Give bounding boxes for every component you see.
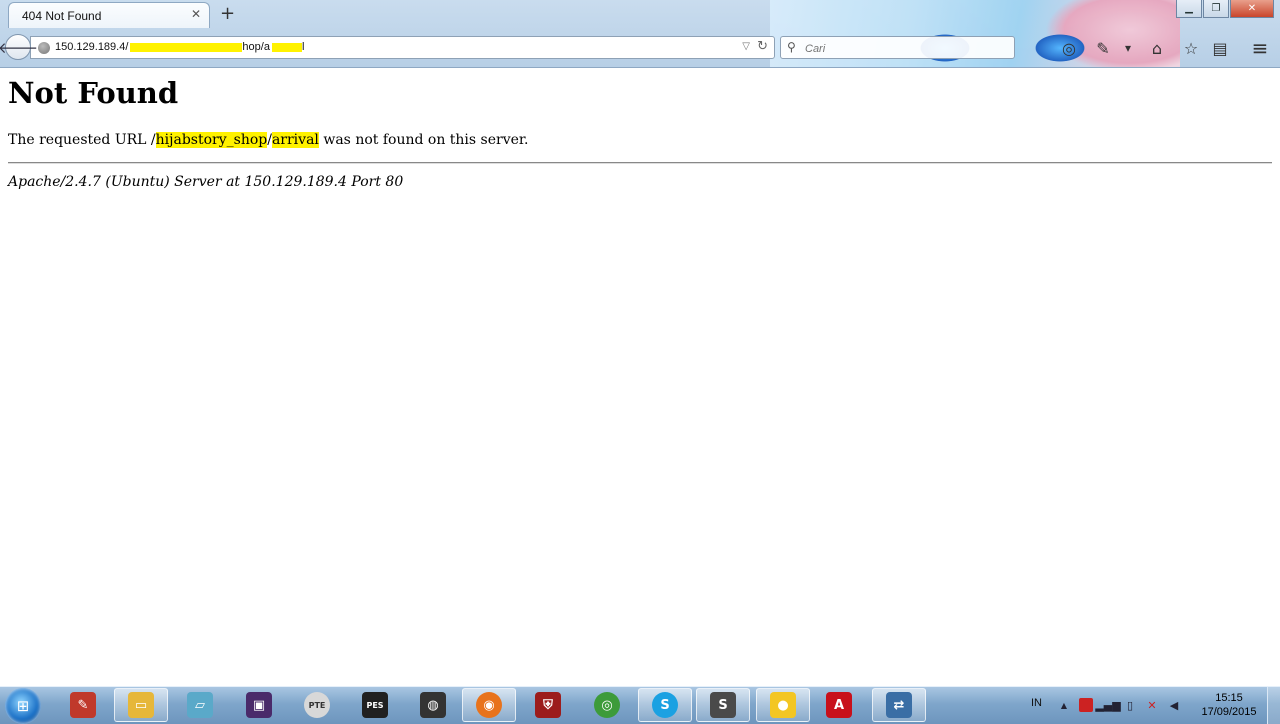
taskbar-app-chrome[interactable]: ◎ bbox=[580, 688, 634, 722]
pte-patch-icon: PTE bbox=[304, 692, 330, 718]
search-icon: ⚲ bbox=[787, 40, 796, 54]
extension-icon[interactable]: ✎ bbox=[1092, 37, 1114, 59]
clock-date: 17/09/2015 bbox=[1201, 706, 1257, 718]
taskbar-app-pte-patch[interactable]: PTE bbox=[290, 688, 344, 722]
close-window-button[interactable]: ✕ bbox=[1230, 0, 1274, 18]
firefox-icon: ◉ bbox=[476, 692, 502, 718]
chat-icon[interactable]: ◎ bbox=[1058, 37, 1080, 59]
redaction-highlight bbox=[130, 42, 243, 52]
skype-icon: S bbox=[652, 692, 678, 718]
sublime-icon: S bbox=[710, 692, 736, 718]
show-desktop-button[interactable] bbox=[1267, 687, 1280, 724]
window-controls: ▁ ❐ ✕ bbox=[1176, 0, 1274, 18]
minimize-button[interactable]: ▁ bbox=[1176, 0, 1202, 18]
redacted-text: hijabstory_shop bbox=[155, 132, 268, 148]
server-signature: Apache/2.4.7 (Ubuntu) Server at 150.129.… bbox=[8, 174, 404, 190]
movie-maker-icon: ▣ bbox=[246, 692, 272, 718]
taskbar-app-sublime[interactable]: S bbox=[696, 688, 750, 722]
clock[interactable]: 15:15 17/09/2015 bbox=[1195, 691, 1263, 719]
menu-icon[interactable]: ≡ bbox=[1249, 36, 1271, 60]
search-input[interactable] bbox=[803, 40, 987, 57]
shield-app-icon: ⛨ bbox=[535, 692, 561, 718]
taskbar-app-ball-app[interactable]: ● bbox=[756, 688, 810, 722]
taskbar-app-skype[interactable]: S bbox=[638, 688, 692, 722]
new-tab-button[interactable]: + bbox=[220, 3, 235, 25]
clock-time: 15:15 bbox=[1215, 692, 1243, 704]
volume-icon[interactable]: ◀ bbox=[1167, 698, 1181, 712]
taskbar-app-game-app[interactable]: ◍ bbox=[406, 688, 460, 722]
tab-close-icon[interactable]: ✕ bbox=[191, 7, 201, 21]
acrobat-icon: A bbox=[826, 692, 852, 718]
language-indicator[interactable]: IN bbox=[1031, 697, 1042, 709]
taskbar-app-pes[interactable]: PES bbox=[348, 688, 402, 722]
search-bar[interactable]: ⚲ bbox=[780, 36, 1015, 59]
history-dropdown-icon[interactable]: ▽ bbox=[742, 41, 750, 52]
divider bbox=[8, 162, 1272, 164]
taskbar-app-shield-app[interactable]: ⛨ bbox=[521, 688, 575, 722]
redacted-text: arrival bbox=[271, 132, 319, 148]
maximize-button[interactable]: ❐ bbox=[1203, 0, 1229, 18]
browser-chrome: 404 Not Found ✕ + ▁ ❐ ✕ 150.129.189.4/ho… bbox=[0, 0, 1280, 68]
explorer-icon: ▭ bbox=[128, 692, 154, 718]
redaction-highlight bbox=[271, 42, 302, 52]
chrome-icon: ◎ bbox=[594, 692, 620, 718]
system-tray: IN ▲ ▂▄▆ ▯ ✕ ◀ 15:15 17/09/2015 bbox=[1025, 687, 1280, 724]
notes-icon: ▱ bbox=[187, 692, 213, 718]
pes-icon: PES bbox=[362, 692, 388, 718]
page-title: Not Found bbox=[8, 76, 179, 110]
reader-list-icon[interactable]: ▤ bbox=[1209, 37, 1231, 59]
game-app-icon: ◍ bbox=[420, 692, 446, 718]
taskbar-app-acrobat[interactable]: A bbox=[812, 688, 866, 722]
tab-title: 404 Not Found bbox=[22, 9, 102, 23]
globe-icon bbox=[38, 42, 50, 54]
signal-icon[interactable]: ▂▄▆ bbox=[1095, 698, 1120, 712]
chevron-down-icon[interactable]: ▾ bbox=[1117, 37, 1139, 59]
security-icon[interactable] bbox=[1079, 698, 1093, 712]
navigation-bar: 150.129.189.4/hop/al ▽ ↻ 🡐 ⚲ ◎ ✎ ▾ ⌂ ☆ ▤… bbox=[0, 31, 1280, 65]
power-icon[interactable]: ▯ bbox=[1123, 698, 1137, 712]
address-bar[interactable]: 150.129.189.4/hop/a l ▽ ↻ bbox=[30, 36, 775, 59]
pen-icon: ✎ bbox=[70, 692, 96, 718]
windows-taskbar: ⊞ ✎ ▭ ▱ ▣ PTE PES ◍ ◉ ⛨ ◎ S S ● A ⇄ IN ▲ ▂▄▆ ▯ ✕ ◀ 15:… bbox=[0, 686, 1280, 724]
taskbar-app-pen[interactable]: ✎ bbox=[56, 688, 110, 722]
start-button[interactable]: ⊞ bbox=[5, 688, 41, 724]
taskbar-app-firefox[interactable]: ◉ bbox=[462, 688, 516, 722]
ball-app-icon: ● bbox=[770, 692, 796, 718]
home-icon[interactable]: ⌂ bbox=[1146, 37, 1168, 59]
taskbar-app-movie-maker[interactable]: ▣ bbox=[232, 688, 286, 722]
bookmark-star-icon[interactable]: ☆ bbox=[1180, 37, 1202, 59]
network-error-icon[interactable]: ✕ bbox=[1145, 698, 1159, 712]
taskbar-app-network-app[interactable]: ⇄ bbox=[872, 688, 926, 722]
show-hidden-icons-icon[interactable]: ▲ bbox=[1057, 698, 1071, 712]
error-message: The requested URL /hijabstory_shop/arriv… bbox=[8, 132, 529, 148]
taskbar-app-notes[interactable]: ▱ bbox=[173, 688, 227, 722]
network-app-icon: ⇄ bbox=[886, 692, 912, 718]
reload-icon[interactable]: ↻ bbox=[757, 39, 768, 54]
tab-404-not-found[interactable]: 404 Not Found ✕ bbox=[8, 2, 210, 28]
back-button[interactable]: 🡐 bbox=[0, 34, 38, 60]
taskbar-app-explorer[interactable]: ▭ bbox=[114, 688, 168, 722]
page-content: Not Found The requested URL /hijabstory_… bbox=[8, 68, 1272, 190]
url-text[interactable]: 150.129.189.4/hop/a l bbox=[55, 41, 304, 53]
